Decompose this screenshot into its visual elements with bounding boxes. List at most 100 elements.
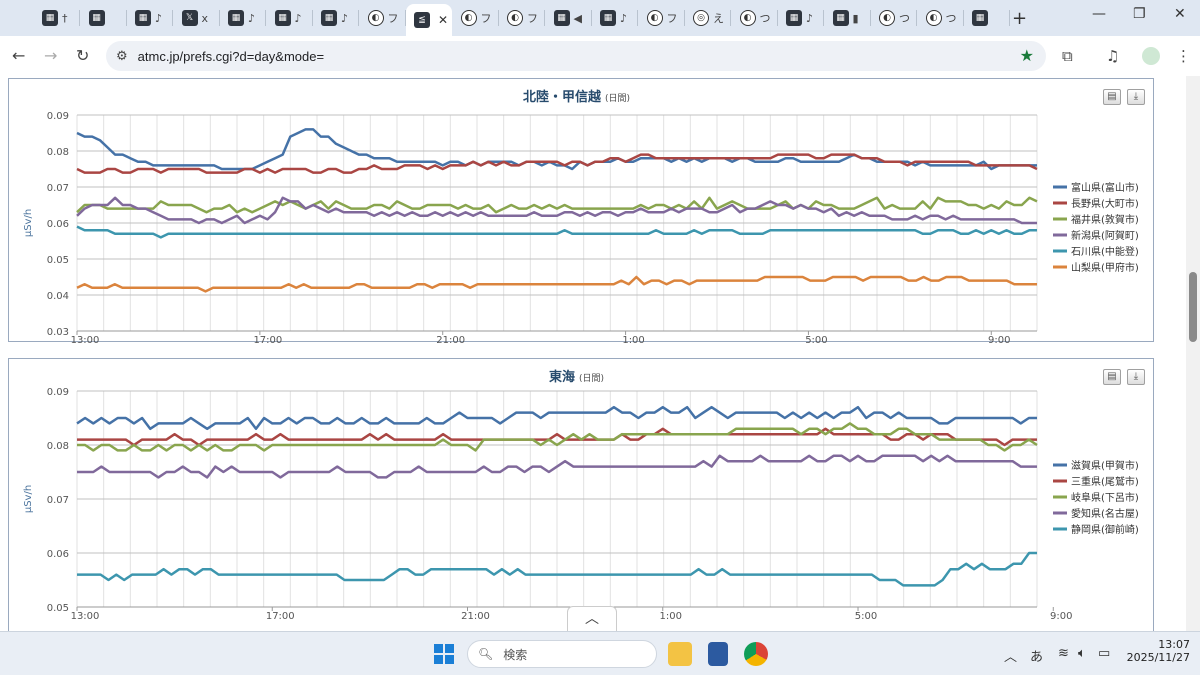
browser-tab[interactable]: ▦ † [34, 4, 80, 32]
x-tick-label: 1:00 [660, 611, 682, 622]
minimize-button[interactable]: — [1092, 6, 1106, 22]
chart-title: 東海 [549, 369, 575, 385]
url-text[interactable]: atmc.jp/prefs.cgi?d=day&mode= [138, 49, 324, 64]
search-icon: 🔍︎ [478, 647, 494, 661]
hdr-icon: ▦ [600, 10, 616, 26]
clock[interactable]: 13:07 2025/11/27 [1127, 638, 1190, 664]
browser-tab[interactable]: ◐ つ [732, 4, 778, 32]
collapse-chevron-icon[interactable]: ︿ [567, 606, 617, 632]
x-icon: 𝕏 [181, 10, 198, 26]
legend-entry: 新潟県(阿賀町) [1071, 229, 1139, 242]
page-scrollbar[interactable] [1186, 76, 1200, 631]
tab-title: ♪ [155, 11, 163, 25]
reload-icon[interactable]: ↻ [76, 46, 89, 65]
legend-entry: 長野県(大町市) [1071, 197, 1139, 210]
hdr-icon: ▦ [88, 10, 105, 26]
hdr-icon: ▦ [42, 10, 58, 26]
circle-icon: ◐ [646, 10, 663, 26]
browser-tab[interactable]: ▦ ♪ [592, 4, 638, 32]
maximize-button[interactable]: ❐ [1133, 6, 1146, 22]
legend-entry: 滋賀県(甲賀市) [1071, 459, 1139, 472]
hdr-icon: ▦ [228, 10, 244, 26]
y-axis-label: μSv/h [23, 209, 34, 237]
browser-tab[interactable]: ◐ つ [871, 4, 917, 32]
file-explorer-icon[interactable] [668, 642, 692, 666]
chart-panel-tokai: ▤ ⤓ 東海 (日間) 0.09 0.08 0.07 0.06 0.05 μSv/h 13:00… [8, 358, 1154, 631]
browser-tab[interactable]: 𝕏x [174, 4, 220, 32]
x-tick-label: 13:00 [71, 335, 100, 343]
tray-chevron-icon[interactable]: ︿ [1004, 646, 1017, 665]
y-tick-label: 0.04 [47, 291, 69, 302]
browser-tab[interactable]: ◐ フ [499, 4, 545, 32]
profile-avatar[interactable] [1142, 47, 1160, 65]
taskbar-search[interactable]: 🔍︎ 検索 [467, 640, 657, 668]
browser-toolbar: ← → ↻ ⚙ atmc.jp/prefs.cgi?d=day&mode= ★ … [0, 36, 1200, 76]
y-tick-label: 0.06 [47, 219, 69, 230]
tab-title: つ [899, 12, 910, 25]
tab-title: フ [527, 12, 538, 25]
hdr-icon: ▦ [321, 10, 337, 26]
browser-tab[interactable]: ◐ フ [453, 4, 499, 32]
x-tick-label: 5:00 [855, 611, 877, 622]
menu-kebab-icon[interactable]: ⋮ [1176, 47, 1191, 65]
tab-title: フ [666, 12, 678, 25]
tab-title: ♪ [806, 11, 814, 25]
hdr-icon: ▦ [972, 10, 988, 26]
browser-tab[interactable]: ▦ [81, 4, 127, 32]
browser-tab[interactable]: ◎ え [685, 4, 731, 32]
x-tick-label: 9:00 [1050, 611, 1072, 622]
tab-title: ♪ [294, 11, 302, 25]
y-tick-label: 0.09 [47, 387, 69, 398]
browser-tab[interactable]: ▦ ♪ [778, 4, 824, 32]
media-control-icon[interactable]: ♫ [1106, 47, 1119, 65]
new-tab-button[interactable]: + [1012, 8, 1027, 29]
forward-icon[interactable]: → [44, 46, 57, 65]
close-window-button[interactable]: ✕ [1174, 6, 1186, 22]
browser-tab[interactable]: ▦ ♪ [220, 4, 266, 32]
legend-entry: 山梨県(甲府市) [1071, 261, 1139, 274]
tab-title: ♪ [341, 11, 349, 25]
browser-tab[interactable]: ◐ フ [360, 4, 406, 32]
line-chart: 東海 (日間) 0.09 0.08 0.07 0.06 0.05 μSv/h 13:00 17:0… [23, 369, 1139, 622]
ime-indicator[interactable]: あ [1030, 646, 1043, 665]
legend-entry: 三重県(尾鷲市) [1071, 475, 1139, 488]
hdr-icon: ▦ [135, 10, 151, 26]
circle-icon: ◐ [460, 10, 477, 26]
x-tick-label: 1:00 [622, 335, 644, 343]
atmc-icon: ≦ [414, 12, 430, 28]
bookmark-star-icon[interactable]: ★ [1020, 46, 1034, 65]
browser-tab[interactable]: ▦ [964, 4, 1010, 32]
back-icon[interactable]: ← [12, 46, 25, 65]
notepad-icon[interactable] [708, 642, 728, 666]
browser-tab[interactable]: ◐ つ [918, 4, 964, 32]
globe-icon: ◎ [693, 10, 709, 26]
browser-tab[interactable]: ▦ ♪ [127, 4, 173, 32]
tab-title: † [62, 11, 68, 25]
scrollbar-thumb[interactable] [1189, 272, 1197, 342]
browser-tab[interactable]: ≦ ✕ [406, 4, 452, 36]
legend-entry: 富山県(富山市) [1071, 181, 1139, 194]
volume-icon[interactable]: 🔈︎ [1078, 646, 1086, 661]
browser-tab[interactable]: ▦ ◀ [546, 4, 592, 32]
x-tick-label: 17:00 [266, 611, 295, 622]
hdr-icon: ▦ [274, 10, 291, 26]
battery-icon[interactable]: ▭ [1098, 646, 1110, 661]
close-tab-icon[interactable]: ✕ [438, 13, 448, 27]
browser-tab[interactable]: ▦ ♪ [267, 4, 313, 32]
y-tick-label: 0.06 [47, 549, 69, 560]
tab-title: フ [387, 12, 399, 25]
wifi-icon[interactable]: ≋ [1058, 646, 1069, 661]
browser-tab[interactable]: ▦ ▮ [825, 4, 871, 32]
extensions-icon[interactable]: ⧉ [1062, 47, 1073, 65]
y-tick-label: 0.07 [47, 183, 69, 194]
start-menu-icon[interactable] [434, 644, 454, 664]
address-bar[interactable]: ⚙ atmc.jp/prefs.cgi?d=day&mode= ★ [106, 41, 1046, 71]
browser-tab[interactable]: ▦ ♪ [313, 4, 359, 32]
browser-tab[interactable]: ◐ フ [639, 4, 685, 32]
chrome-icon[interactable] [744, 642, 768, 666]
circle-icon: ◐ [879, 10, 895, 26]
x-tick-label: 13:00 [71, 611, 100, 622]
y-tick-label: 0.05 [47, 255, 69, 266]
y-tick-label: 0.08 [47, 147, 69, 158]
site-settings-icon[interactable]: ⚙ [116, 49, 128, 64]
